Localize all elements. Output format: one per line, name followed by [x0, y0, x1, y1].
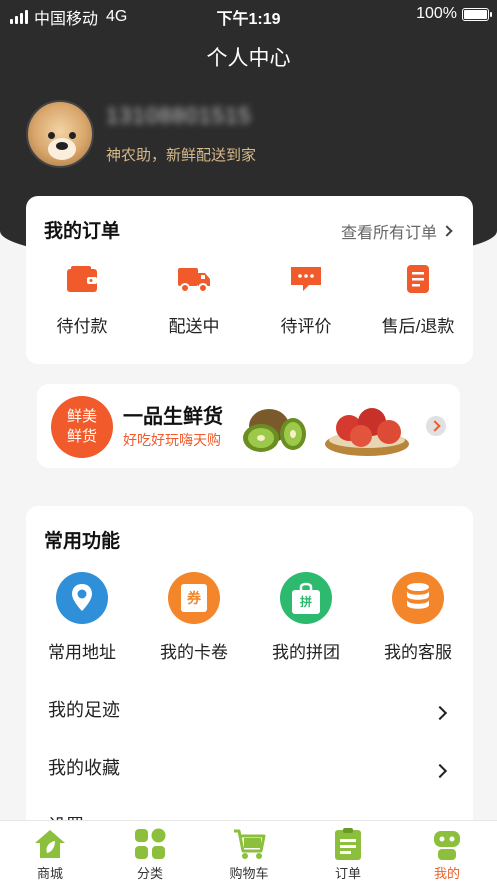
view-all-orders-link[interactable]: 查看所有订单	[340, 219, 453, 243]
clipboard-icon	[331, 827, 365, 861]
user-slogan: 神农助，新鲜配送到家	[106, 147, 257, 164]
func-coupons[interactable]: 券 我的卡卷	[138, 572, 250, 663]
order-delivering[interactable]: 配送中	[138, 264, 250, 337]
fruit-image	[243, 408, 409, 456]
status-bar: 中国移动 4G 下午1:19 100%	[0, 0, 497, 28]
func-group-buy[interactable]: 拼 我的拼团	[250, 572, 362, 663]
func-address[interactable]: 常用地址	[26, 572, 138, 663]
tab-label: 购物车	[229, 866, 269, 881]
chevron-right-icon	[432, 705, 448, 721]
coupon-icon: 券	[168, 572, 220, 624]
view-all-label: 查看所有订单	[340, 225, 437, 242]
grid-icon	[133, 827, 167, 861]
coupon-glyph: 券	[181, 584, 207, 612]
list-item-label: 我的收藏	[48, 758, 120, 778]
banner-badge-text: 鲜美 鲜货	[66, 408, 97, 445]
cart-icon	[232, 827, 266, 861]
wallet-icon	[65, 264, 99, 294]
functions-card: 常用功能 常用地址 券 我的卡卷 拼 我的拼团 我的客服 我的足迹 我的收藏 设…	[26, 506, 474, 837]
tab-label: 分类	[136, 866, 163, 881]
tab-mall[interactable]: 商城	[0, 827, 100, 882]
order-label: 待付款	[56, 317, 108, 336]
functions-title: 常用功能	[44, 531, 121, 552]
tab-orders[interactable]: 订单	[298, 827, 398, 882]
delivery-truck-icon	[177, 264, 211, 294]
orders-title: 我的订单	[44, 221, 121, 242]
func-label: 我的卡卷	[160, 643, 228, 662]
list-item-label: 我的足迹	[48, 700, 120, 720]
tab-mine[interactable]: 我的	[397, 827, 497, 882]
shopping-bag-icon: 拼	[280, 572, 332, 624]
order-to-review[interactable]: 待评价	[250, 264, 362, 337]
func-label: 我的客服	[384, 643, 452, 662]
banner-arrow-icon[interactable]	[426, 416, 446, 436]
document-icon	[401, 264, 435, 294]
tab-label: 商城	[36, 866, 63, 881]
order-after-sales[interactable]: 售后/退款	[362, 264, 474, 337]
battery-percent: 100%	[416, 5, 457, 22]
user-phone: 13108801515	[106, 103, 252, 128]
page-title: 个人中心	[206, 47, 291, 70]
order-label: 配送中	[168, 317, 220, 336]
home-icon	[33, 827, 67, 861]
avatar[interactable]	[26, 100, 94, 168]
tab-label: 我的	[433, 866, 460, 881]
order-label: 待评价	[280, 317, 332, 336]
banner-subtitle: 好吃好玩嗨天购	[123, 432, 221, 448]
tab-cart[interactable]: 购物车	[199, 827, 299, 882]
robot-icon	[430, 827, 464, 861]
list-item-footprints[interactable]: 我的足迹	[48, 696, 451, 736]
tab-label: 订单	[334, 866, 361, 881]
comment-icon	[289, 264, 323, 294]
banner-badge: 鲜美 鲜货	[51, 396, 113, 458]
order-pending-payment[interactable]: 待付款	[26, 264, 138, 337]
chevron-right-icon	[441, 225, 453, 237]
banner-title: 一品生鲜货	[123, 406, 223, 428]
func-customer-service[interactable]: 我的客服	[362, 572, 474, 663]
group-buy-glyph: 拼	[292, 590, 320, 614]
func-label: 常用地址	[48, 643, 116, 662]
promo-banner[interactable]: 鲜美 鲜货 一品生鲜货 好吃好玩嗨天购	[37, 384, 460, 468]
database-icon	[392, 572, 444, 624]
list-item-favorites[interactable]: 我的收藏	[48, 754, 451, 794]
location-pin-icon	[56, 572, 108, 624]
tab-category[interactable]: 分类	[100, 827, 200, 882]
orders-card: 我的订单 查看所有订单 待付款 配送中 待评价 售后/退款	[26, 196, 473, 364]
func-label: 我的拼团	[272, 643, 340, 662]
order-label: 售后/退款	[381, 317, 455, 336]
battery-icon	[462, 7, 492, 21]
bottom-tab-bar: 商城 分类 购物车 订单 我的	[0, 820, 497, 883]
chevron-right-icon	[432, 763, 448, 779]
